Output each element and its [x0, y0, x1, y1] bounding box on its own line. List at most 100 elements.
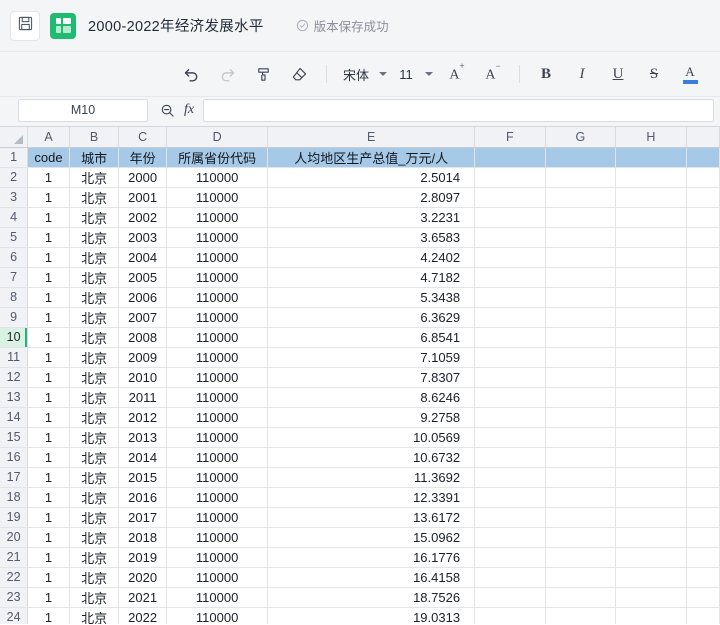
table-row[interactable]: 12 1 北京 2010 110000 7.8307: [0, 367, 720, 388]
cell-g[interactable]: [545, 367, 617, 388]
cell-a[interactable]: code: [27, 147, 70, 168]
cell-f[interactable]: [474, 367, 546, 388]
cell-d[interactable]: 110000: [166, 287, 269, 308]
cell-a[interactable]: 1: [27, 527, 70, 548]
cell-h[interactable]: [615, 287, 687, 308]
cell-f[interactable]: [474, 267, 546, 288]
cell-g[interactable]: [545, 447, 617, 468]
table-row[interactable]: 21 1 北京 2019 110000 16.1776: [0, 547, 720, 568]
cell-d[interactable]: 110000: [166, 167, 269, 188]
table-row[interactable]: 17 1 北京 2015 110000 11.3692: [0, 467, 720, 488]
cell-d[interactable]: 110000: [166, 227, 269, 248]
cell-d[interactable]: 110000: [166, 447, 269, 468]
cell-d[interactable]: 110000: [166, 187, 269, 208]
cell-e[interactable]: 7.8307: [267, 367, 476, 388]
cell-e[interactable]: 18.7526: [267, 587, 476, 608]
cell-h[interactable]: [615, 147, 687, 168]
table-row[interactable]: 11 1 北京 2009 110000 7.1059: [0, 347, 720, 368]
cell-i[interactable]: [686, 187, 720, 208]
cell-i[interactable]: [686, 247, 720, 268]
name-box[interactable]: M10: [18, 98, 148, 122]
cell-i[interactable]: [686, 407, 720, 428]
cell-f[interactable]: [474, 307, 546, 328]
cell-a[interactable]: 1: [27, 387, 70, 408]
cell-f[interactable]: [474, 167, 546, 188]
column-header-e[interactable]: E: [267, 127, 476, 148]
cell-b[interactable]: 北京: [69, 347, 120, 368]
cell-e[interactable]: 19.0313: [267, 607, 476, 624]
cell-g[interactable]: [545, 587, 617, 608]
cell-c[interactable]: 2015: [118, 467, 167, 488]
cell-b[interactable]: 北京: [69, 527, 120, 548]
row-header[interactable]: 11: [0, 347, 29, 368]
table-row[interactable]: 2 1 北京 2000 110000 2.5014: [0, 167, 720, 188]
cell-d[interactable]: 110000: [166, 387, 269, 408]
cell-g[interactable]: [545, 267, 617, 288]
cell-i[interactable]: [686, 447, 720, 468]
cell-i[interactable]: [686, 147, 720, 168]
cell-i[interactable]: [686, 227, 720, 248]
column-header-c[interactable]: C: [118, 127, 167, 148]
cell-b[interactable]: 北京: [69, 187, 120, 208]
format-painter-button[interactable]: [250, 60, 278, 88]
cell-i[interactable]: [686, 267, 720, 288]
cell-b[interactable]: 北京: [69, 507, 120, 528]
cell-g[interactable]: [545, 567, 617, 588]
row-header[interactable]: 21: [0, 547, 29, 568]
cell-g[interactable]: [545, 527, 617, 548]
cell-c[interactable]: 2019: [118, 547, 167, 568]
cell-d[interactable]: 110000: [166, 247, 269, 268]
cell-f[interactable]: [474, 567, 546, 588]
cell-b[interactable]: 北京: [69, 467, 120, 488]
cell-f[interactable]: [474, 527, 546, 548]
cell-i[interactable]: [686, 487, 720, 508]
cell-e[interactable]: 4.7182: [267, 267, 476, 288]
cell-c[interactable]: 2002: [118, 207, 167, 228]
table-row[interactable]: 3 1 北京 2001 110000 2.8097: [0, 187, 720, 208]
cell-b[interactable]: 北京: [69, 387, 120, 408]
clear-format-button[interactable]: [286, 60, 314, 88]
cell-a[interactable]: 1: [27, 367, 70, 388]
cell-d[interactable]: 110000: [166, 607, 269, 624]
cell-f[interactable]: [474, 207, 546, 228]
cell-a[interactable]: 1: [27, 507, 70, 528]
cell-c[interactable]: 2011: [118, 387, 167, 408]
cell-f[interactable]: [474, 607, 546, 624]
cell-d[interactable]: 所属省份代码: [166, 147, 269, 168]
row-header[interactable]: 12: [0, 367, 29, 388]
cell-f[interactable]: [474, 327, 546, 348]
cell-g[interactable]: [545, 607, 617, 624]
cell-a[interactable]: 1: [27, 427, 70, 448]
cell-b[interactable]: 北京: [69, 567, 120, 588]
cell-i[interactable]: [686, 527, 720, 548]
cell-c[interactable]: 2001: [118, 187, 167, 208]
cell-g[interactable]: [545, 387, 617, 408]
cell-c[interactable]: 2022: [118, 607, 167, 624]
cell-h[interactable]: [615, 467, 687, 488]
cell-c[interactable]: 2013: [118, 427, 167, 448]
cell-e[interactable]: 4.2402: [267, 247, 476, 268]
cell-d[interactable]: 110000: [166, 427, 269, 448]
table-row[interactable]: 10 1 北京 2008 110000 6.8541: [0, 327, 720, 348]
cell-e[interactable]: 12.3391: [267, 487, 476, 508]
cell-h[interactable]: [615, 327, 687, 348]
cell-h[interactable]: [615, 407, 687, 428]
cell-a[interactable]: 1: [27, 247, 70, 268]
cell-c[interactable]: 2020: [118, 567, 167, 588]
cell-i[interactable]: [686, 567, 720, 588]
cell-g[interactable]: [545, 307, 617, 328]
cell-a[interactable]: 1: [27, 567, 70, 588]
cell-b[interactable]: 城市: [69, 147, 120, 168]
column-header-a[interactable]: A: [27, 127, 70, 148]
cell-d[interactable]: 110000: [166, 567, 269, 588]
cell-b[interactable]: 北京: [69, 287, 120, 308]
table-row[interactable]: 5 1 北京 2003 110000 3.6583: [0, 227, 720, 248]
cell-i[interactable]: [686, 207, 720, 228]
cell-g[interactable]: [545, 147, 617, 168]
row-header[interactable]: 18: [0, 487, 29, 508]
cell-e[interactable]: 6.3629: [267, 307, 476, 328]
cell-f[interactable]: [474, 447, 546, 468]
undo-button[interactable]: [178, 60, 206, 88]
cell-b[interactable]: 北京: [69, 427, 120, 448]
row-header[interactable]: 9: [0, 307, 29, 328]
